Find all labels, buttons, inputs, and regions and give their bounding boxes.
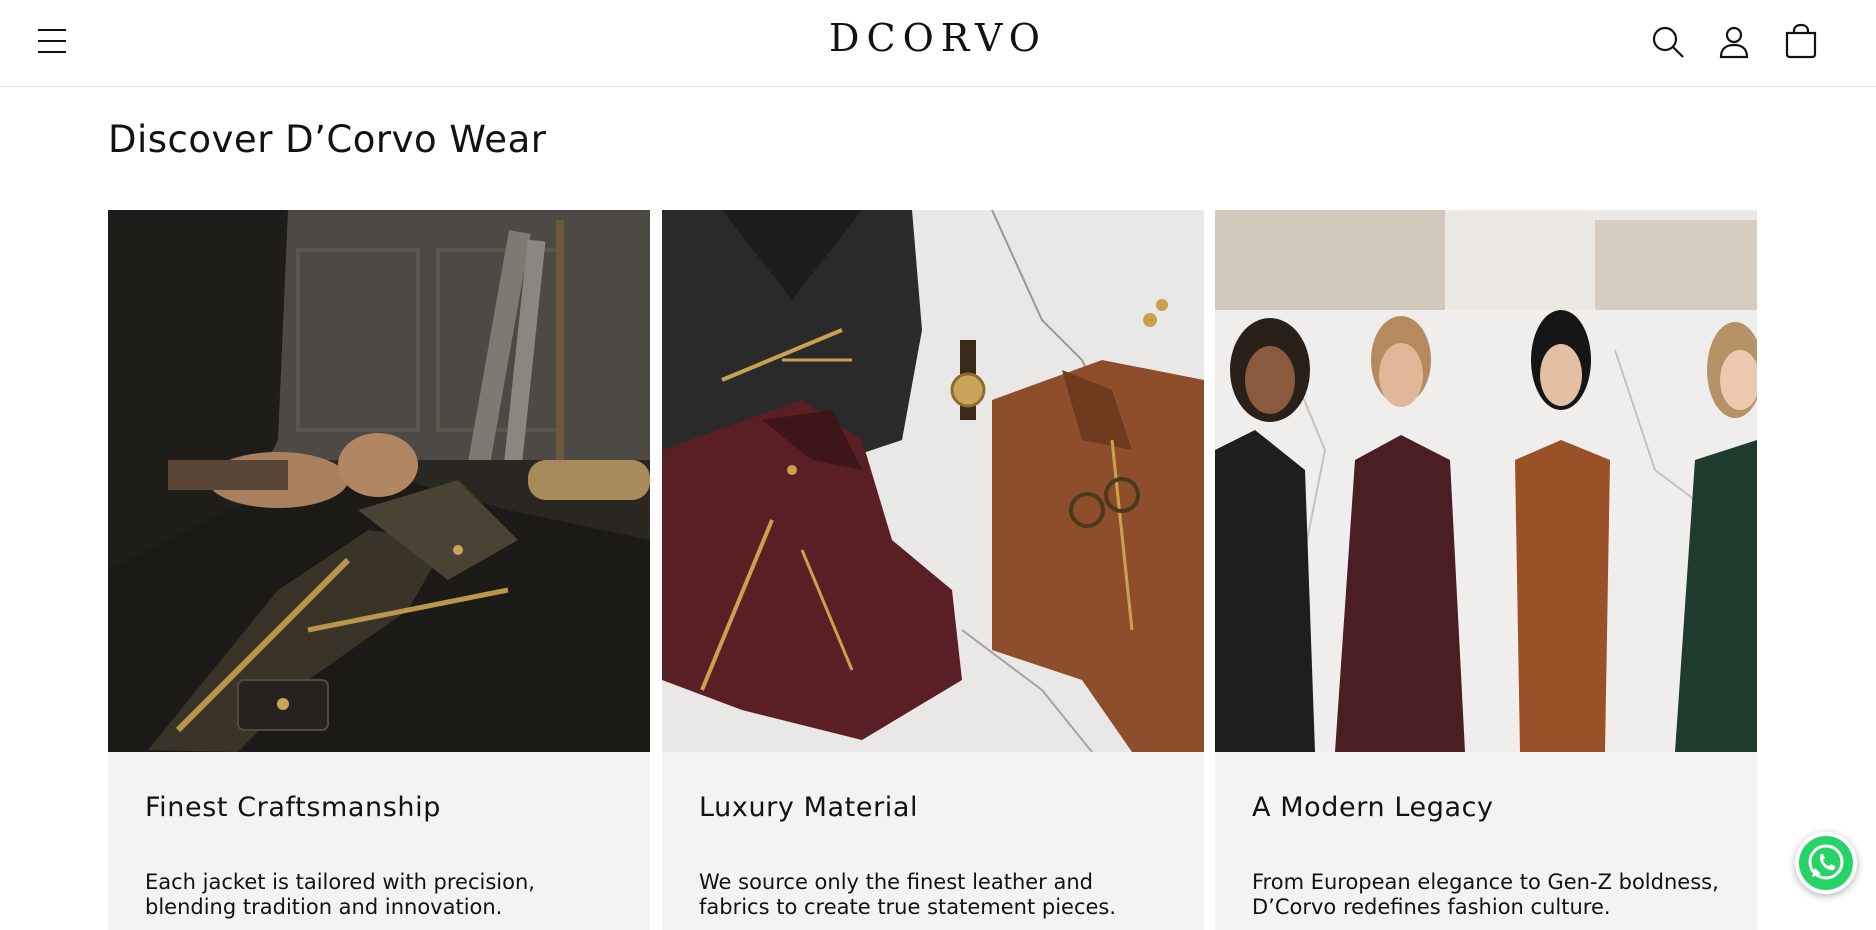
card-title: Finest Craftsmanship	[145, 792, 441, 823]
account-icon[interactable]	[1712, 20, 1756, 64]
feature-card: Finest Craftsmanship Each jacket is tail…	[108, 210, 650, 930]
feature-card: Luxury Material We source only the fines…	[662, 210, 1204, 930]
card-title: Luxury Material	[699, 792, 919, 823]
feature-card: A Modern Legacy From European elegance t…	[1215, 210, 1757, 930]
craftsmanship-image	[108, 210, 650, 752]
site-header: DCORVO	[0, 0, 1876, 87]
site-logo[interactable]: DCORVO	[0, 16, 1876, 60]
section-title: Discover D’Corvo Wear	[108, 118, 547, 161]
card-title: A Modern Legacy	[1252, 792, 1494, 823]
modern-legacy-image	[1215, 210, 1757, 752]
luxury-material-image	[662, 210, 1204, 752]
cart-icon[interactable]	[1779, 20, 1823, 64]
whatsapp-icon[interactable]	[1795, 832, 1857, 894]
search-icon[interactable]	[1646, 20, 1690, 64]
